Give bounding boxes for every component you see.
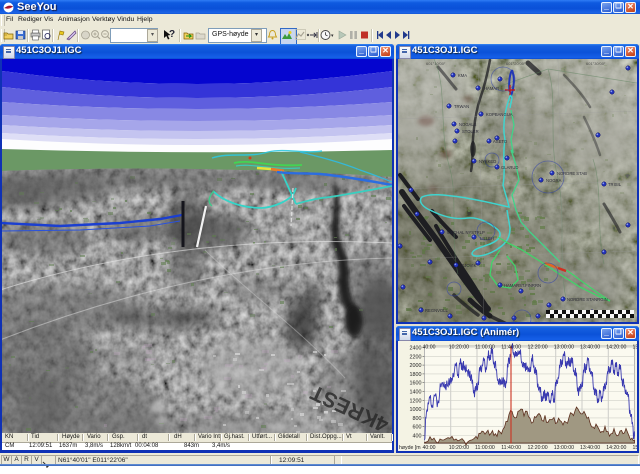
svg-text:11:00:00: 11:00:00 [475,445,495,451]
svg-text:høyde [m: høyde [m [399,445,421,451]
svg-text:40:00: 40:00 [423,445,436,451]
svg-text:HAMARST.FINRRN: HAMARST.FINRRN [504,283,541,288]
svg-text:13:40:00: 13:40:00 [580,345,600,351]
svg-text:1600: 1600 [410,381,422,387]
svg-text:15:00:0: 15:00:0 [633,345,638,351]
svg-text:14:20:00: 14:20:00 [606,445,626,451]
svg-text:12:20:00: 12:20:00 [528,345,548,351]
svg-text:2200: 2200 [410,354,422,360]
svg-text:12:20:00: 12:20:00 [528,445,548,451]
svg-text:NOGRA: NOGRA [546,178,562,183]
svg-text:10:20:00: 10:20:00 [449,445,469,451]
svg-text:11:40:00: 11:40:00 [501,445,521,451]
svg-text:LILLEH: LILLEH [480,236,494,241]
svg-text:TRISIL: TRISIL [608,182,622,187]
svg-text:400: 400 [413,434,422,440]
svg-text:13:00:00: 13:00:00 [554,345,574,351]
svg-text:601°30′00″: 601°30′00″ [586,61,606,66]
svg-text:KOPBANGUA: KOPBANGUA [486,112,513,117]
svg-text:GLARUD: GLARUD [501,165,518,170]
svg-text:KMA: KMA [458,73,467,78]
svg-text:2400: 2400 [410,346,422,352]
svg-text:HAMAR: HAMAR [484,86,499,91]
svg-text:NYKKED: NYKKED [479,159,496,164]
svg-text:NORDRE STAB: NORDRE STAB [557,171,587,176]
svg-text:10:20:00: 10:20:00 [449,345,469,351]
svg-text:1400: 1400 [410,390,422,396]
svg-text:600: 600 [413,425,422,431]
svg-text:REGNVOLL: REGNVOLL [425,308,448,313]
svg-text:2000: 2000 [410,363,422,369]
svg-text:11:00:00: 11:00:00 [475,345,495,351]
svg-text:14:20:00: 14:20:00 [606,345,626,351]
svg-text:ASETO: ASETO [493,139,508,144]
svg-text:GJOVIK: GJOVIK [461,263,477,268]
svg-text:1800: 1800 [410,372,422,378]
svg-text:NORDRE STANRGIN: NORDRE STANRGIN [567,297,608,302]
svg-text:1000: 1000 [410,407,422,413]
svg-text:NOGALS: NOGALS [459,122,477,127]
svg-text:11:40:00: 11:40:00 [501,345,521,351]
svg-text:13:00:00: 13:00:00 [554,445,574,451]
svg-text:13:40:00: 13:40:00 [580,445,600,451]
svg-text:MECHAL NYSTRLP: MECHAL NYSTRLP [447,230,485,235]
svg-text:1200: 1200 [410,398,422,404]
svg-text:15:00:0: 15:00:0 [633,445,638,451]
svg-text:601°20′00″: 601°20′00″ [506,61,526,66]
svg-text:TRWAN: TRWAN [454,104,469,109]
svg-text:STOLER: STOLER [462,129,479,134]
svg-text:40:00: 40:00 [423,345,436,351]
svg-text:601°10′00″: 601°10′00″ [426,61,446,66]
svg-text:800: 800 [413,416,422,422]
